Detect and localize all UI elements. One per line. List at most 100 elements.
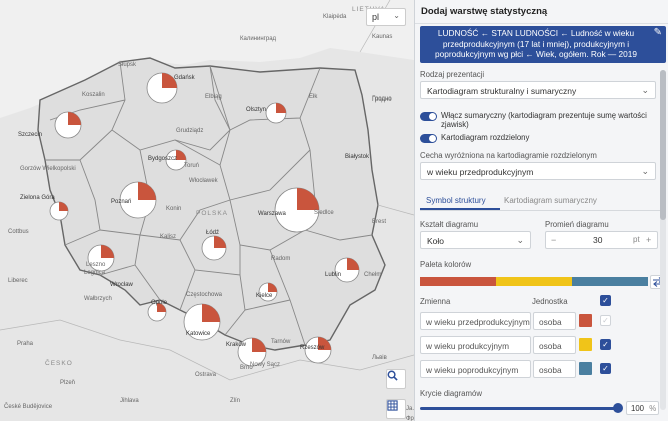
tab-sum[interactable]: Kartodiagram sumaryczny	[504, 196, 597, 205]
palette-swatch	[572, 277, 648, 286]
opacity-input[interactable]: 100 %	[626, 401, 659, 415]
city-label: Klaipėda	[323, 14, 347, 20]
city-label: Rzeszów	[300, 345, 325, 351]
city-label: Wałbrzych	[84, 296, 112, 302]
variable-checkbox[interactable]: ✓	[600, 339, 611, 350]
palette-swatch	[420, 277, 496, 286]
city-label: Koszalin	[82, 92, 105, 98]
panel-scrollbar-thumb[interactable]	[660, 70, 666, 220]
variable-color-swatch[interactable]	[579, 314, 592, 327]
feature-select[interactable]: w wieku przedprodukcyjnym ⌄	[420, 162, 656, 180]
city-label: Elbląg	[205, 94, 222, 100]
city-label: Гродно	[372, 97, 392, 103]
city-label: Siedlce	[314, 210, 334, 216]
opacity-slider-handle[interactable]	[613, 403, 623, 413]
city-label: Toruń	[184, 163, 200, 169]
city-label: Gorzów Wielkopolski	[20, 166, 76, 172]
variable-unit-field[interactable]: osoba	[533, 312, 576, 330]
variable-column-header: Zmienna	[420, 297, 451, 306]
feature-value: w wieku przedprodukcyjnym	[427, 167, 534, 177]
city-label: Nowy Sącz	[250, 362, 281, 368]
city-label: Legnica	[84, 270, 106, 276]
city-label: Brest	[372, 219, 387, 225]
language-value: pl	[372, 12, 380, 22]
radius-label: Promień diagramu	[545, 220, 609, 229]
city-label: Łódź	[206, 230, 220, 236]
city-label: Leszno	[86, 262, 106, 268]
toggle-sum-label: Włącz sumaryczny (kartodiagram prezentuj…	[441, 111, 647, 129]
breadcrumb-text: LUDNOŚĆ ← STAN LUDNOŚCI ← Ludność w wiek…	[435, 28, 637, 59]
city-label: Zielona Góra	[20, 195, 55, 201]
variable-unit-field[interactable]: osoba	[533, 336, 576, 354]
chevron-down-icon: ⌄	[641, 166, 649, 176]
city-label: Brno	[240, 365, 253, 371]
toggle-sum[interactable]	[420, 112, 437, 121]
tab-symbol[interactable]: Symbol struktury	[426, 196, 486, 205]
layers-grid-button[interactable]	[386, 399, 406, 419]
city-label: Białystok	[345, 154, 370, 160]
layer-panel: Dodaj warstwę statystyczną LUDNOŚĆ ← STA…	[414, 0, 668, 421]
presentation-value: Kartodiagram strukturalny i sumaryczny	[427, 86, 577, 96]
shape-select[interactable]: Koło ⌄	[420, 231, 531, 249]
palette-swatch	[496, 277, 572, 286]
plus-icon[interactable]: +	[646, 235, 651, 245]
city-label: Gdańsk	[174, 75, 195, 81]
search-map-button[interactable]	[386, 369, 406, 389]
city-label: Kraków	[226, 342, 247, 348]
feature-label: Cecha wyróżniona na kartodiagramie rozdz…	[420, 151, 597, 160]
city-label: Ełk	[309, 94, 318, 100]
city-label: Фра...	[406, 416, 414, 421]
search-icon	[387, 370, 398, 381]
city-label: Jihlava	[120, 398, 139, 404]
shape-label: Kształt diagramu	[420, 220, 479, 229]
grid-icon	[387, 400, 398, 411]
shape-value: Koło	[427, 236, 445, 246]
map-view[interactable]: LIETUVAPOLSKAČESKOKlaipėdaKaunasКалининг…	[0, 0, 414, 421]
diagram-tabs: Symbol struktury Kartodiagram sumaryczny	[420, 193, 660, 211]
variable-name-field[interactable]: w wieku poprodukcyjnym	[420, 360, 531, 378]
opacity-slider-track[interactable]	[420, 407, 620, 410]
city-label: Radom	[271, 256, 291, 262]
toggle-split-row[interactable]: Kartodiagram rozdzielony	[420, 133, 656, 143]
unit-column-header: Jednostka	[532, 297, 568, 306]
opacity-unit: %	[649, 404, 657, 413]
city-label: Kielce	[256, 293, 273, 299]
presentation-select[interactable]: Kartodiagram strukturalny i sumaryczny ⌄	[420, 81, 656, 99]
radius-unit: pt	[633, 235, 640, 244]
dataset-breadcrumb: LUDNOŚĆ ← STAN LUDNOŚCI ← Ludność w wiek…	[420, 26, 666, 63]
variable-name-field[interactable]: w wieku przedprodukcyjnym	[420, 312, 531, 330]
radius-stepper[interactable]: − 30 pt +	[545, 231, 658, 249]
city-label: Praha	[17, 341, 34, 347]
variable-color-swatch[interactable]	[579, 338, 592, 351]
city-label: Bydgoszcz	[148, 156, 178, 162]
opacity-value: 100	[631, 404, 645, 413]
select-all-checkbox[interactable]: ✓	[600, 295, 611, 306]
presentation-label: Rodzaj prezentacji	[420, 70, 485, 79]
variable-checkbox[interactable]: ✓	[600, 363, 611, 374]
city-label: Cottbus	[8, 229, 29, 235]
radius-value[interactable]: 30	[593, 235, 602, 245]
country-label: ČESKO	[45, 360, 73, 367]
minus-icon[interactable]: −	[551, 235, 556, 245]
language-select[interactable]: pl ⌄	[366, 8, 406, 26]
city-label: Szczecin	[18, 132, 43, 138]
city-label: České Budějovice	[4, 404, 53, 410]
variable-color-swatch[interactable]	[579, 362, 592, 375]
city-label: Калининград	[240, 36, 277, 42]
variable-name-field[interactable]: w wieku produkcyjnym	[420, 336, 531, 354]
city-label: Katowice	[186, 331, 211, 337]
city-label: Lublin	[325, 272, 342, 278]
city-label: Kalisz	[160, 234, 177, 240]
panel-title: Dodaj warstwę statystyczną	[415, 0, 668, 24]
city-label: Opole	[151, 300, 168, 306]
city-label: Zlín	[230, 398, 241, 404]
city-label: Włocławek	[189, 178, 218, 184]
color-palette[interactable]	[420, 277, 648, 286]
toggle-sum-row[interactable]: Włącz sumaryczny (kartodiagram prezentuj…	[420, 111, 656, 129]
variable-unit-field[interactable]: osoba	[533, 360, 576, 378]
city-label: Plzeň	[60, 380, 76, 386]
city-label: Ja...	[406, 406, 414, 412]
toggle-split[interactable]	[420, 134, 437, 143]
toggle-split-label: Kartodiagram rozdzielony	[441, 133, 530, 142]
pencil-icon[interactable]: ✎	[654, 27, 662, 39]
